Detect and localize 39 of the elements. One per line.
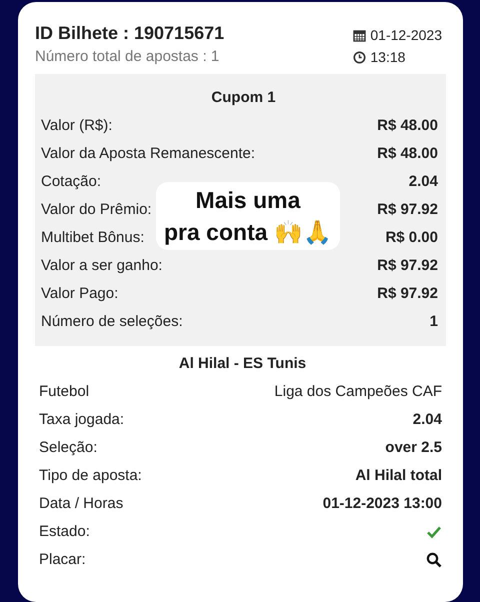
ticket-time: 13:18: [370, 48, 406, 67]
row-label: Placar:: [39, 550, 86, 570]
row-value: R$ 97.92: [377, 200, 438, 220]
row-value: 2.04: [412, 410, 442, 430]
row-label: Tipo de aposta:: [39, 466, 142, 486]
row-value: 2.04: [408, 172, 438, 192]
row-value: R$ 97.92: [377, 256, 438, 276]
clock-icon: [353, 50, 366, 64]
calendar-icon: [353, 28, 366, 42]
row-label: Data / Horas: [39, 494, 124, 514]
row-value: 01-12-2023 13:00: [322, 494, 442, 514]
row-label: Número de seleções:: [41, 312, 183, 332]
row-label: Futebol: [39, 382, 90, 402]
row-value: R$ 48.00: [377, 116, 438, 136]
row-label: Taxa jogada:: [39, 410, 124, 430]
row-label: Valor a ser ganho:: [41, 256, 162, 276]
row-label: Valor do Prêmio:: [41, 200, 152, 220]
row-value: R$ 48.00: [377, 144, 438, 164]
row-value: Liga dos Campeões CAF: [274, 382, 442, 402]
row-label: Estado:: [39, 522, 90, 542]
match-title: Al Hilal - ES Tunis: [178, 354, 308, 374]
row-value: R$ 97.92: [377, 284, 438, 304]
row-value: R$ 0.00: [385, 228, 438, 248]
coupon-title: Cupom 1: [210, 88, 277, 108]
ticket-title: ID Bilhete : 190715671: [35, 22, 224, 45]
row-label: Valor (R$):: [41, 116, 112, 136]
check-icon: [426, 524, 442, 540]
row-value: over 2.5: [385, 438, 442, 458]
sticker-caption: Mais uma pra conta 🙌🙏: [156, 182, 340, 250]
row-value: Al Hilal total: [355, 466, 442, 486]
search-icon[interactable]: [426, 552, 442, 568]
row-label: Seleção:: [39, 438, 98, 458]
bet-count: Número total de apostas : 1: [35, 47, 220, 67]
row-label: Multibet Bônus:: [41, 228, 144, 248]
ticket-date: 01-12-2023: [370, 26, 442, 45]
row-value: 1: [430, 312, 438, 332]
row-label: Valor da Aposta Remanescente:: [41, 144, 256, 164]
row-label: Valor Pago:: [41, 284, 118, 304]
row-label: Cotação:: [41, 172, 102, 192]
